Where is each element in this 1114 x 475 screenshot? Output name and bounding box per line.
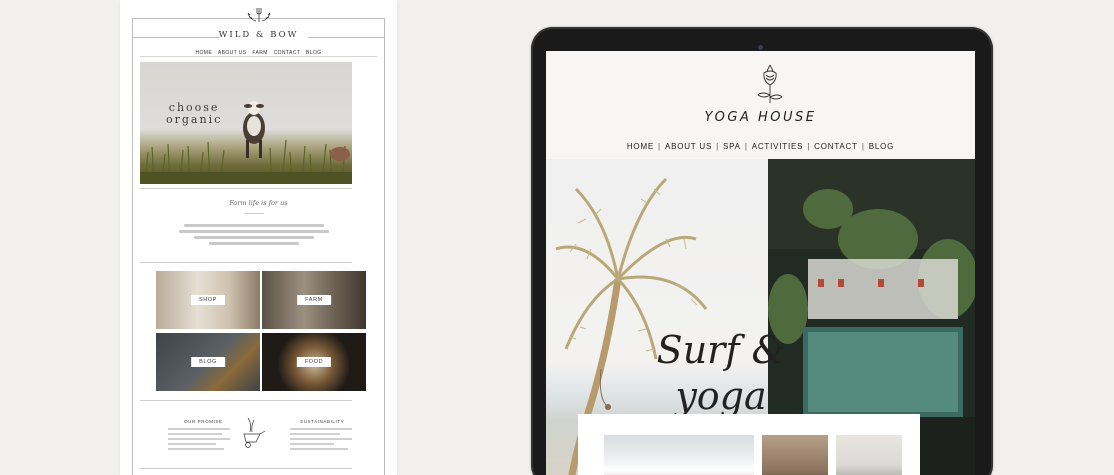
tile-label-shop: SHOP [191,295,225,305]
nav-item-about-us[interactable]: ABOUT US [665,142,712,151]
lotus-flower-logo-icon [757,64,783,103]
section-subtitle: Farm life is for us [229,199,288,207]
footer-divider [140,400,352,401]
page-end-divider [140,468,352,469]
tile-food[interactable]: FOOD [262,333,366,391]
nav-item-spa[interactable]: SPA [723,142,741,151]
wild-and-bow-page-mockup: WILD & BOW HOME ABOUT US FARM CONTACT BL… [120,0,397,475]
tablet-camera [758,45,763,50]
tablet-device-mockup: YOGA HOUSE HOME | ABOUT US | SPA | ACTIVITIES |… [531,27,993,475]
wheelbarrow-plant-icon [243,417,266,448]
script-line1: Surf & [656,328,786,372]
nav-separator: | [716,142,719,151]
thumbnail-building[interactable] [604,435,754,475]
tile-farm[interactable]: FARM [262,271,366,329]
tile-label-farm: FARM [297,295,331,305]
script-line2: yoga [675,374,767,418]
hero-divider [140,188,352,189]
hero-text-line2: organic [166,113,223,126]
column-title-our-promise: OUR PROMISE [184,419,223,424]
subtitle-underline [244,213,264,214]
tile-shop[interactable]: SHOP [156,271,260,329]
hero-image-cow: choose organic [140,62,352,184]
nav-item-home[interactable]: HOME [627,142,654,151]
nav-divider [140,56,377,57]
nav-separator: | [807,142,811,151]
grid-divider [140,262,352,263]
tablet-screen: YOGA HOUSE HOME | ABOUT US | SPA | ACTIVITIES |… [546,51,975,475]
hero-text: choose organic [166,102,222,126]
tile-label-blog: BLOG [191,357,225,367]
intro-paragraph [164,221,344,248]
column-text-sustainability [290,428,352,453]
column-text-our-promise [168,428,230,453]
nav-item-contact[interactable]: CONTACT [814,142,858,151]
nav-separator: | [744,142,748,151]
crop-field [140,139,352,184]
site-brand-name[interactable]: WILD & BOW [120,30,397,40]
tile-label-food: FOOD [296,357,332,367]
nav-item-blog[interactable]: BLOG [869,142,894,151]
site-brand-name[interactable]: YOGA HOUSE [546,110,975,125]
nav-separator: | [658,142,661,151]
column-title-sustainability: SUSTAINABILITY [300,419,345,424]
fork-wreath-logo-icon [247,8,271,22]
nav-separator: | [861,142,865,151]
site-nav: HOME | ABOUT US | SPA | ACTIVITIES | CONTACT | BLO… [546,142,975,151]
thumbnail-beach[interactable] [836,435,902,475]
nav-item-activities[interactable]: ACTIVITIES [752,142,804,151]
thumbnail-person[interactable] [762,435,828,475]
tile-blog[interactable]: BLOG [156,333,260,391]
hero-script-heading: Surf & yoga [646,327,796,419]
